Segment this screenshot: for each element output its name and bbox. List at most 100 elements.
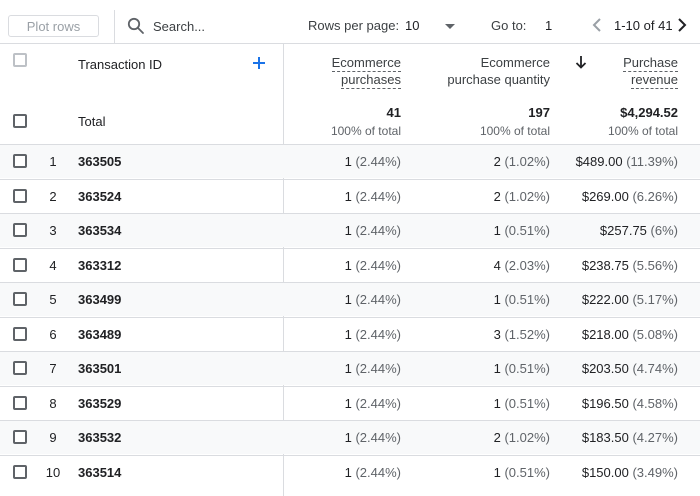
toolbar-divider bbox=[114, 10, 115, 43]
goto-label: Go to: bbox=[491, 18, 527, 33]
quantity-percent: (1.52%) bbox=[504, 326, 550, 342]
table-row[interactable]: 9 363532 1 (2.44%) 2 (1.02%) $183.50 (4.… bbox=[0, 420, 700, 454]
quantity-value: 2 bbox=[493, 430, 501, 445]
total-revenue-share: 100% of total bbox=[607, 124, 678, 138]
purchases-cell: 1 (2.44%) bbox=[345, 189, 401, 204]
transaction-id: 363499 bbox=[78, 292, 122, 307]
header-quantity-line1: Ecommerce bbox=[480, 55, 550, 70]
row-checkbox[interactable] bbox=[13, 464, 27, 479]
row-checkbox[interactable] bbox=[13, 188, 27, 203]
row-checkbox[interactable] bbox=[13, 257, 27, 272]
quantity-cell: 1 (0.51%) bbox=[494, 292, 550, 307]
quantity-cell: 3 (1.52%) bbox=[494, 327, 550, 342]
quantity-cell: 2 (1.02%) bbox=[494, 154, 550, 169]
quantity-cell: 2 (1.02%) bbox=[494, 189, 550, 204]
purchases-percent: (2.44%) bbox=[355, 292, 401, 307]
rows-per-page-label: Rows per page: bbox=[308, 18, 400, 33]
column-header-transaction-id[interactable]: Transaction ID bbox=[78, 56, 162, 73]
search-input[interactable] bbox=[153, 16, 273, 36]
quantity-percent: (0.51%) bbox=[504, 361, 550, 376]
quantity-cell: 1 (0.51%) bbox=[494, 396, 550, 411]
revenue-cell: $183.50 (4.27%) bbox=[582, 430, 678, 445]
revenue-percent: (4.58%) bbox=[632, 395, 678, 411]
purchases-value: 1 bbox=[344, 326, 352, 342]
table-row[interactable]: 1 363505 1 (2.44%) 2 (1.02%) $489.00 (11… bbox=[0, 144, 700, 178]
quantity-percent: (2.03%) bbox=[504, 257, 550, 273]
purchases-cell: 1 (2.44%) bbox=[345, 361, 401, 376]
header-revenue-line2: revenue bbox=[631, 72, 678, 89]
table-row[interactable]: 8 363529 1 (2.44%) 1 (0.51%) $196.50 (4.… bbox=[0, 385, 700, 420]
quantity-value: 1 bbox=[493, 292, 501, 307]
plus-icon[interactable] bbox=[252, 56, 266, 70]
quantity-cell: 1 (0.51%) bbox=[494, 465, 550, 480]
revenue-percent: (4.27%) bbox=[632, 430, 678, 445]
total-purchases-share: 100% of total bbox=[330, 124, 401, 138]
transaction-id: 363514 bbox=[78, 464, 122, 480]
revenue-value: $269.00 bbox=[581, 188, 629, 204]
row-number: 8 bbox=[49, 395, 57, 411]
search-icon[interactable] bbox=[127, 17, 145, 35]
purchases-value: 1 bbox=[344, 257, 352, 273]
table-row[interactable]: 2 363524 1 (2.44%) 2 (1.02%) $269.00 (6.… bbox=[0, 178, 700, 213]
rows-per-page-select[interactable]: 10 bbox=[405, 18, 419, 33]
revenue-value: $218.00 bbox=[581, 326, 629, 342]
row-checkbox[interactable] bbox=[13, 395, 27, 410]
select-all-checkbox[interactable] bbox=[13, 53, 27, 67]
table-row[interactable]: 3 363534 1 (2.44%) 1 (0.51%) $257.75 (6%… bbox=[0, 213, 700, 247]
chevron-right-icon[interactable] bbox=[675, 16, 689, 34]
purchases-value: 1 bbox=[344, 395, 352, 411]
row-checkbox[interactable] bbox=[13, 292, 27, 306]
purchases-value: 1 bbox=[344, 292, 352, 307]
quantity-value: 1 bbox=[493, 395, 501, 411]
revenue-percent: (3.49%) bbox=[632, 464, 678, 480]
goto-page-input[interactable]: 1 bbox=[545, 18, 552, 33]
total-quantity: 197 bbox=[528, 105, 550, 120]
purchases-percent: (2.44%) bbox=[355, 257, 401, 273]
caret-down-icon[interactable] bbox=[445, 24, 455, 29]
transaction-id: 363501 bbox=[78, 361, 122, 376]
table-row[interactable]: 7 363501 1 (2.44%) 1 (0.51%) $203.50 (4.… bbox=[0, 351, 700, 385]
header-revenue-line1: Purchase bbox=[623, 55, 678, 72]
row-checkbox[interactable] bbox=[13, 154, 27, 168]
revenue-percent: (4.74%) bbox=[632, 361, 678, 376]
row-checkbox[interactable] bbox=[13, 430, 27, 444]
purchases-value: 1 bbox=[344, 188, 352, 204]
column-header-ecommerce-purchases[interactable]: Ecommerce purchases bbox=[331, 54, 401, 89]
header-quantity-line2: purchase quantity bbox=[447, 72, 550, 87]
purchases-value: 1 bbox=[344, 430, 352, 445]
row-number: 10 bbox=[45, 464, 61, 480]
table-row[interactable]: 5 363499 1 (2.44%) 1 (0.51%) $222.00 (5.… bbox=[0, 282, 700, 316]
column-header-purchase-revenue[interactable]: Purchase revenue bbox=[623, 54, 678, 89]
column-header-purchase-quantity[interactable]: Ecommerce purchase quantity bbox=[447, 54, 550, 88]
revenue-cell: $196.50 (4.58%) bbox=[582, 396, 678, 411]
table-row[interactable]: 4 363312 1 (2.44%) 4 (2.03%) $238.75 (5.… bbox=[0, 247, 700, 282]
purchases-value: 1 bbox=[344, 464, 352, 480]
purchases-cell: 1 (2.44%) bbox=[345, 327, 401, 342]
quantity-percent: (1.02%) bbox=[504, 154, 550, 169]
purchases-cell: 1 (2.44%) bbox=[345, 292, 401, 307]
arrow-down-icon[interactable] bbox=[575, 55, 587, 69]
row-number: 5 bbox=[49, 292, 57, 307]
purchases-percent: (2.44%) bbox=[355, 154, 401, 169]
purchases-percent: (2.44%) bbox=[355, 464, 401, 480]
table-row[interactable]: 6 363489 1 (2.44%) 3 (1.52%) $218.00 (5.… bbox=[0, 316, 700, 351]
row-checkbox[interactable] bbox=[13, 361, 27, 375]
revenue-value: $489.00 bbox=[575, 154, 623, 169]
row-number: 2 bbox=[49, 188, 57, 204]
revenue-percent: (6%) bbox=[650, 223, 678, 238]
purchases-cell: 1 (2.44%) bbox=[345, 465, 401, 480]
row-checkbox[interactable] bbox=[13, 326, 27, 341]
revenue-value: $238.75 bbox=[581, 257, 629, 273]
table-row[interactable]: 10 363514 1 (2.44%) 1 (0.51%) $150.00 (3… bbox=[0, 454, 700, 489]
quantity-cell: 1 (0.51%) bbox=[494, 223, 550, 238]
purchases-cell: 1 (2.44%) bbox=[345, 223, 401, 238]
transaction-id: 363529 bbox=[78, 395, 122, 411]
totals-checkbox[interactable] bbox=[13, 114, 27, 128]
quantity-value: 3 bbox=[493, 326, 501, 342]
plot-rows-button[interactable]: Plot rows bbox=[8, 15, 99, 37]
row-checkbox[interactable] bbox=[13, 223, 27, 237]
quantity-percent: (0.51%) bbox=[504, 395, 550, 411]
totals-label: Total bbox=[78, 114, 106, 129]
row-number: 1 bbox=[49, 154, 57, 169]
chevron-left-icon[interactable] bbox=[590, 16, 604, 34]
